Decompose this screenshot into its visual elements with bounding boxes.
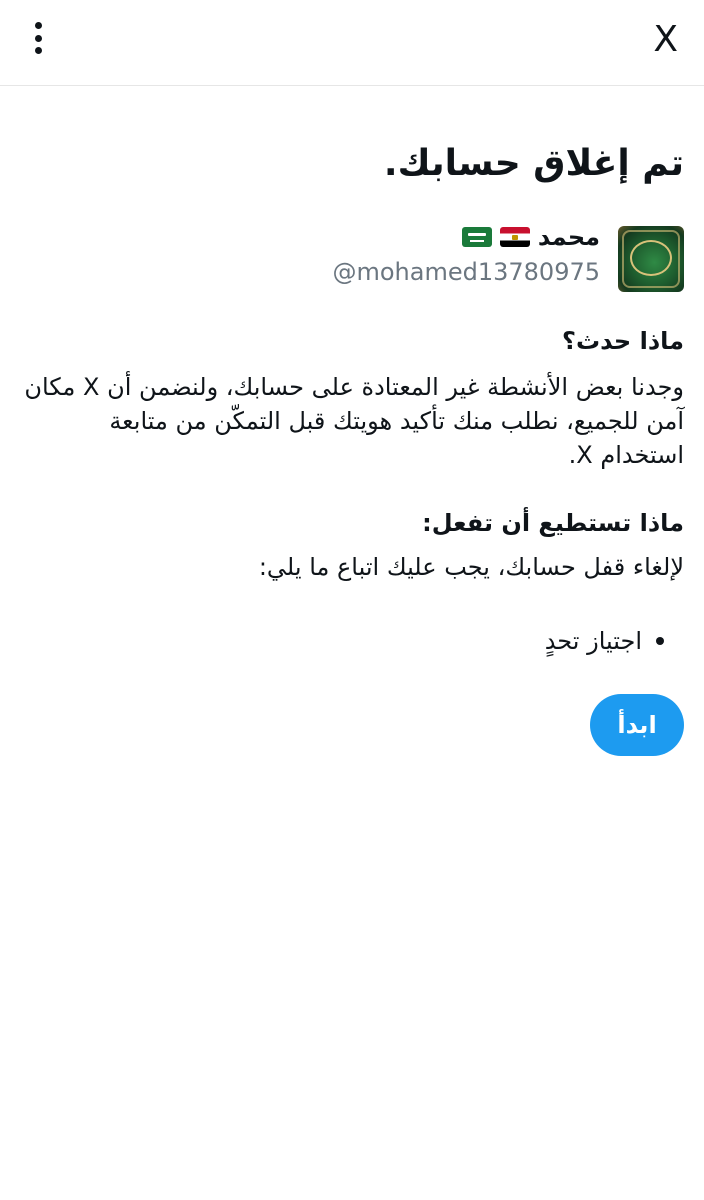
main-content: تم إغلاق حسابك. محمد @mohamed13780975 ما… <box>20 86 684 756</box>
menu-dot <box>34 22 42 29</box>
steps-list: اجتياز تحدٍ <box>20 624 684 658</box>
display-name: محمد <box>537 223 600 251</box>
account-handle: @mohamed13780975 <box>332 258 600 286</box>
menu-dot <box>34 47 42 54</box>
saudi-flag-icon <box>461 227 492 247</box>
account-info: محمد @mohamed13780975 <box>332 220 600 288</box>
top-bar: X <box>0 0 704 86</box>
avatar[interactable] <box>618 226 684 292</box>
list-item: اجتياز تحدٍ <box>20 624 664 658</box>
what-to-do-body: لإلغاء قفل حسابك، يجب عليك اتباع ما يلي: <box>258 553 684 581</box>
step-label: اجتياز تحدٍ <box>544 627 642 655</box>
bullet-icon <box>656 637 664 645</box>
more-options-button[interactable] <box>22 18 54 58</box>
what-to-do-heading: ماذا تستطيع أن تفعل: <box>422 509 684 537</box>
account-card: محمد @mohamed13780975 <box>20 220 684 292</box>
close-button[interactable]: X <box>653 18 678 62</box>
name-line: محمد <box>332 220 600 254</box>
start-button[interactable]: ابدأ <box>590 694 684 756</box>
avatar-emblem <box>630 240 672 276</box>
what-happened-heading: ماذا حدث؟ <box>562 327 684 355</box>
menu-dot <box>34 34 42 42</box>
page-title: تم إغلاق حسابك. <box>383 143 684 184</box>
what-happened-body: وجدنا بعض الأنشطة غير المعتادة على حسابك… <box>24 373 684 469</box>
egypt-flag-icon <box>499 227 530 247</box>
